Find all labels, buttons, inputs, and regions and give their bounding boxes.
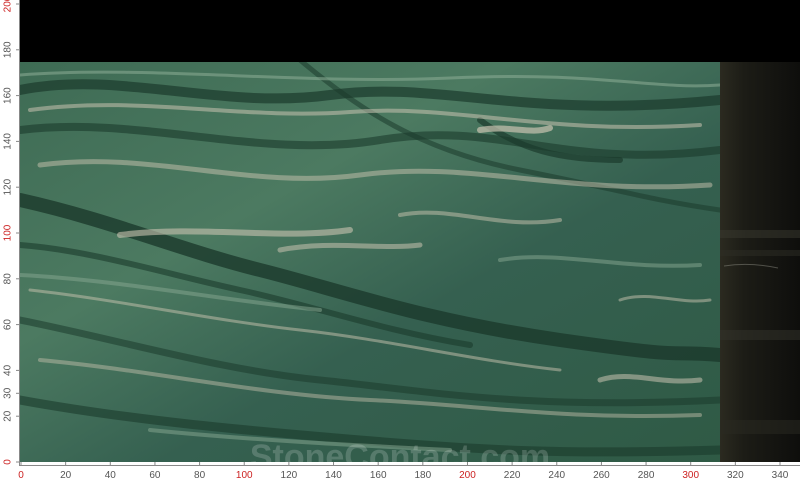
x-ruler-label: 140 [325,470,342,481]
y-ruler-label: 160 [3,87,14,104]
y-ruler-label: 80 [3,273,14,285]
x-ruler-label: 20 [60,470,72,481]
x-ruler-label: 100 [236,470,253,481]
y-ruler-label: 140 [3,133,14,150]
marble-slab [20,62,720,462]
y-ruler-label: 60 [3,319,14,331]
y-ruler-label: 30 [3,387,14,399]
y-ruler-label: 180 [3,41,14,58]
y-ruler-label: 40 [3,364,14,376]
y-ruler-label: 200 [3,0,14,12]
x-ruler-label: 280 [638,470,655,481]
x-ruler-label: 320 [727,470,744,481]
x-ruler-label: 180 [414,470,431,481]
x-ruler-label: 240 [548,470,565,481]
marble-slab-photo: StoneContact.com 0 20 40 60 80 100 120 140 160 18… [0,0,800,483]
x-ruler-label: 300 [682,470,699,481]
y-ruler-label: 120 [3,178,14,195]
x-ruler-label: 160 [370,470,387,481]
x-ruler-label: 200 [459,470,476,481]
x-ruler-label: 60 [149,470,161,481]
x-ruler-label: 220 [504,470,521,481]
x-ruler-label: 340 [772,470,789,481]
slab-edge-strip [720,62,800,462]
x-ruler-label: 40 [105,470,117,481]
x-ruler-label: 120 [281,470,298,481]
y-ruler-label: 100 [3,224,14,241]
x-ruler-label: 0 [18,470,24,481]
y-ruler-label: 0 [3,459,14,465]
x-ruler-label: 260 [593,470,610,481]
black-backdrop [20,0,800,62]
x-ruler-label: 80 [194,470,206,481]
y-ruler-label: 20 [3,410,14,422]
